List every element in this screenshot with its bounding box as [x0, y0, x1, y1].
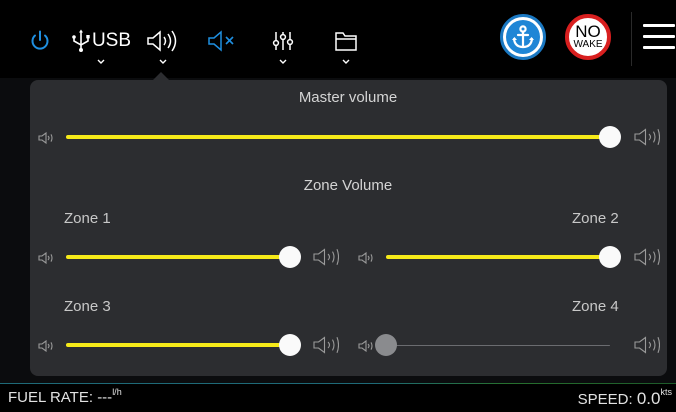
fuel-rate-unit: l/h [112, 387, 122, 397]
no-wake-button[interactable]: NO WAKE [565, 14, 611, 60]
hamburger-menu-icon [643, 24, 675, 27]
zone-volume-title: Zone Volume [303, 177, 393, 194]
speed-value: 0.0 [636, 389, 661, 408]
panel-pointer [153, 72, 169, 80]
volume-button[interactable] [145, 0, 181, 78]
volume-max-icon [634, 248, 661, 271]
zone-3-label: Zone 3 [64, 298, 111, 315]
equalizer-button[interactable] [270, 0, 296, 78]
equalizer-icon [272, 28, 294, 54]
slider-fill [66, 135, 610, 139]
folder-icon [334, 28, 358, 54]
volume-max-icon [634, 336, 661, 359]
power-icon [28, 28, 52, 54]
source-label: USB [91, 30, 132, 51]
fuel-rate-label: FUEL RATE: [8, 389, 98, 406]
fuel-rate-readout: FUEL RATE: ---l/h [8, 387, 122, 406]
chevron-down-icon [342, 59, 350, 64]
chevron-down-icon [279, 59, 287, 64]
master-volume-title: Master volume [298, 89, 398, 106]
volume-min-icon [38, 251, 58, 269]
volume-min-icon [38, 339, 58, 357]
mute-icon [207, 28, 237, 54]
slider-knob[interactable] [375, 334, 397, 356]
usb-icon [72, 29, 90, 52]
zone-2-label: Zone 2 [572, 210, 619, 227]
slider-fill [66, 343, 290, 347]
slider-track [386, 345, 610, 346]
volume-panel [30, 80, 667, 376]
chevron-down-icon [97, 59, 105, 64]
volume-max-icon [313, 248, 340, 271]
speed-readout: SPEED: 0.0kts [577, 387, 672, 409]
volume-min-icon [38, 131, 58, 149]
volume-max-icon [313, 336, 340, 359]
slider-knob[interactable] [599, 246, 621, 268]
chevron-down-icon [159, 59, 167, 64]
anchor-icon [506, 20, 540, 54]
slider-knob[interactable] [279, 246, 301, 268]
power-button[interactable] [26, 0, 54, 78]
anchor-button[interactable] [500, 14, 546, 60]
slider-knob[interactable] [279, 334, 301, 356]
speaker-volume-icon [146, 28, 180, 54]
menu-button[interactable] [643, 24, 675, 50]
fuel-rate-value: --- [97, 389, 113, 406]
browse-button[interactable] [332, 0, 360, 78]
slider-fill [386, 255, 610, 259]
no-wake-line1: NO [575, 22, 601, 41]
speed-unit: kts [660, 387, 672, 397]
hamburger-menu-icon-bar [643, 46, 675, 49]
mute-button[interactable] [206, 0, 238, 78]
hamburger-menu-icon-bar [643, 35, 675, 38]
slider-knob[interactable] [599, 126, 621, 148]
divider [631, 12, 632, 66]
source-selector-content: USB [71, 28, 131, 54]
zone-1-label: Zone 1 [64, 210, 111, 227]
slider-fill [66, 255, 290, 259]
volume-min-icon [358, 251, 378, 269]
volume-max-icon [634, 128, 661, 151]
no-wake-line2: WAKE [573, 39, 603, 50]
zone-4-label: Zone 4 [572, 298, 619, 315]
source-selector-button[interactable]: USB [70, 0, 132, 78]
speed-label: SPEED: [577, 391, 637, 408]
